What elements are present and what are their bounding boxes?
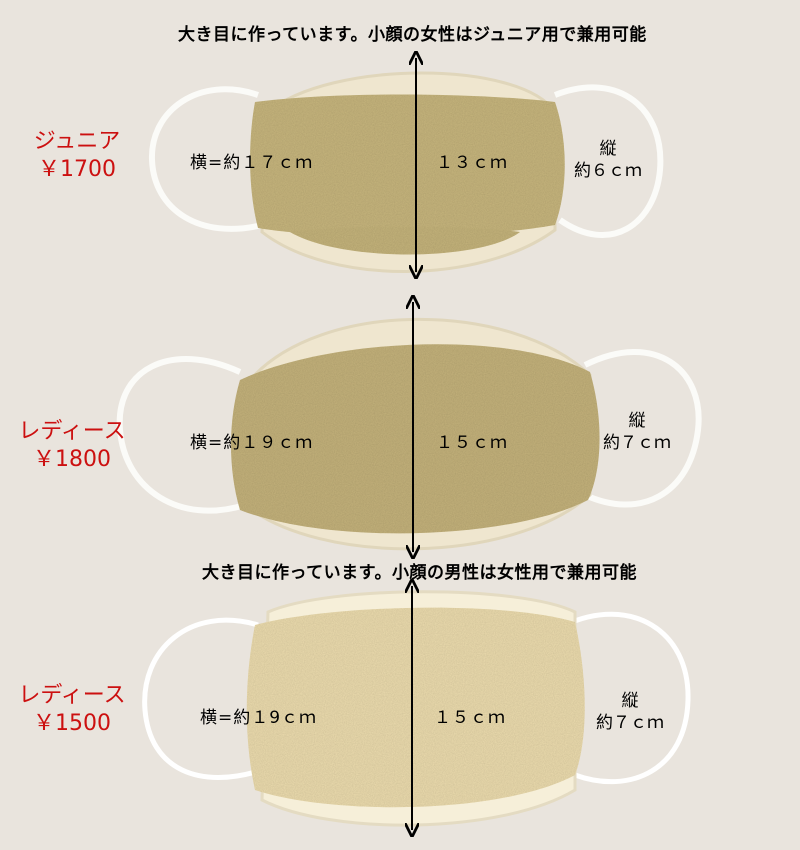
mask-3-price: ￥1500 (33, 711, 111, 736)
mask-1-name: ジュニア (33, 129, 121, 154)
mask-2-width: 横=約１９ｃｍ (190, 433, 314, 453)
mask-1-depth-label: 縦 (599, 139, 617, 159)
mask-1-depth-value: 約６ｃｍ (574, 161, 642, 181)
mask-3-price-label: レディース ￥1500 (8, 682, 136, 738)
mask-2-depth: 縦 約７ｃｍ (595, 410, 679, 454)
mask-3-depth: 縦 約７ｃｍ (588, 690, 672, 734)
mask-1-depth: 縦 約６ｃｍ (566, 138, 650, 182)
middle-heading: 大き目に作っています。小顔の男性は女性用で兼用可能 (202, 563, 637, 583)
mask-3-width: 横=約１9ｃｍ (200, 708, 318, 728)
mask-3-name: レディース (18, 683, 126, 708)
mask-1-width: 横=約１７ｃｍ (190, 153, 314, 173)
mask-1-price-label: ジュニア ￥1700 (22, 128, 132, 184)
mask-1-height: １３ｃｍ (436, 153, 508, 173)
mask-2-price-label: レディース ￥1800 (8, 418, 136, 474)
mask-2-price: ￥1800 (33, 447, 111, 472)
top-heading: 大き目に作っています。小顔の女性はジュニア用で兼用可能 (178, 25, 647, 45)
mask-2-height: １５ｃｍ (436, 433, 508, 453)
mask-1-price: ￥1700 (38, 157, 116, 182)
mask-3-depth-value: 約７ｃｍ (596, 713, 664, 733)
mask-2-name: レディース (18, 419, 126, 444)
mask-3-depth-label: 縦 (621, 691, 639, 711)
mask-2-depth-label: 縦 (628, 411, 646, 431)
mask-3-height: １５ｃｍ (434, 708, 506, 728)
mask-2-depth-value: 約７ｃｍ (603, 433, 671, 453)
